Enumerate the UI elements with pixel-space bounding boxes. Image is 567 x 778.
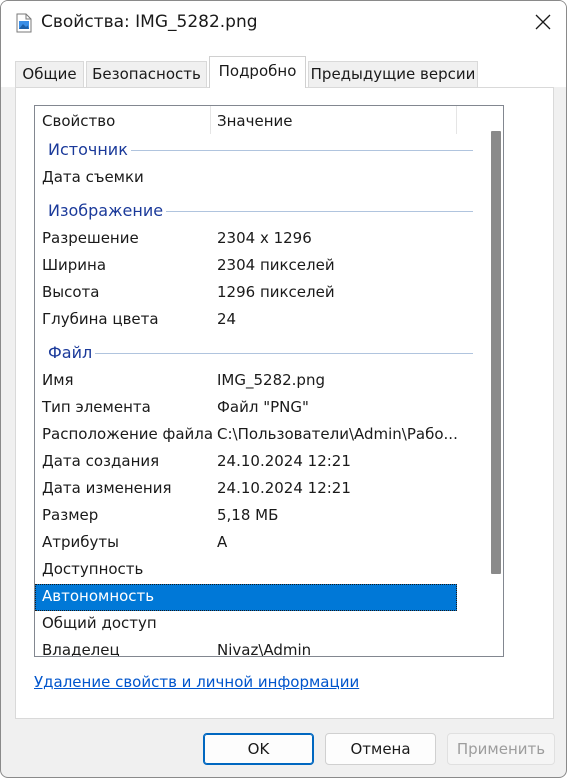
property-value: 24: [217, 310, 237, 328]
property-name: Автономность: [42, 587, 155, 605]
property-value: 5,18 МБ: [217, 506, 279, 524]
property-name: Общий доступ: [42, 614, 157, 632]
tab-label: Безопасность: [92, 65, 201, 83]
property-name: Разрешение: [42, 229, 139, 247]
group-divider: [48, 353, 473, 354]
list-item[interactable]: Расположение файла C:\Пользователи\Admin…: [35, 422, 458, 449]
property-name: Тип элемента: [42, 398, 151, 416]
property-name: Глубина цвета: [42, 310, 159, 328]
property-value: 2304 пикселей: [217, 256, 335, 274]
cancel-button[interactable]: Отмена: [325, 733, 436, 765]
property-value: C:\Пользователи\Admin\Рабо...: [217, 425, 458, 443]
list-item[interactable]: Высота 1296 пикселей: [35, 280, 457, 307]
group-label: Файл: [48, 343, 96, 362]
property-value: 2304 x 1296: [217, 229, 312, 247]
list-item[interactable]: Общий доступ: [35, 611, 457, 638]
tab-label: Общие: [22, 65, 77, 83]
property-name: Ширина: [42, 256, 107, 274]
tab-general[interactable]: Общие: [15, 61, 84, 87]
title-bar: Свойства: IMG_5282.png: [1, 1, 566, 47]
group-label: Источник: [48, 140, 131, 159]
tab-security[interactable]: Безопасность: [86, 61, 207, 87]
property-value: Файл "PNG": [217, 398, 309, 416]
remove-properties-link[interactable]: Удаление свойств и личной информации: [34, 673, 359, 691]
cancel-button-label: Отмена: [350, 740, 411, 758]
window-title: Свойства: IMG_5282.png: [41, 12, 258, 32]
list-item[interactable]: Дата создания 24.10.2024 12:21: [35, 449, 457, 476]
property-name: Имя: [42, 371, 74, 389]
property-name: Дата съемки: [42, 168, 144, 186]
group-image: Изображение: [35, 198, 475, 225]
property-name: Высота: [42, 283, 100, 301]
properties-list[interactable]: Свойство Значение Источник Дата съемки И…: [34, 105, 504, 657]
close-button[interactable]: [520, 1, 566, 47]
tab-label: Предыдущие версии: [310, 65, 476, 83]
list-item[interactable]: Атрибуты A: [35, 530, 457, 557]
image-file-icon: [16, 13, 32, 33]
list-header: Свойство Значение: [35, 106, 457, 135]
property-name: Владелец: [42, 641, 120, 657]
vertical-scrollbar[interactable]: [489, 131, 503, 574]
column-divider[interactable]: [210, 106, 211, 134]
list-item[interactable]: Дата изменения 24.10.2024 12:21: [35, 476, 457, 503]
tab-details[interactable]: Подробно: [209, 56, 306, 88]
list-item[interactable]: Разрешение 2304 x 1296: [35, 226, 457, 253]
ok-button-label: OK: [247, 740, 270, 758]
close-icon: [535, 14, 551, 34]
property-value: 1296 пикселей: [217, 283, 335, 301]
property-value: Nivaz\Admin: [217, 641, 312, 657]
list-item[interactable]: Имя IMG_5282.png: [35, 368, 457, 395]
property-value: A: [217, 533, 228, 551]
property-name: Доступность: [42, 560, 144, 578]
column-divider[interactable]: [456, 106, 457, 134]
list-item[interactable]: Доступность: [35, 557, 457, 584]
properties-dialog: Свойства: IMG_5282.png Общие Безопасност…: [0, 0, 567, 778]
list-item[interactable]: Размер 5,18 МБ: [35, 503, 457, 530]
apply-button-label: Применить: [456, 740, 546, 758]
list-item-selected[interactable]: Автономность: [35, 584, 457, 611]
property-name: Размер: [42, 506, 99, 524]
ok-button[interactable]: OK: [203, 733, 314, 765]
list-item[interactable]: Ширина 2304 пикселей: [35, 253, 457, 280]
property-name: Расположение файла: [42, 425, 214, 443]
column-header-value[interactable]: Значение: [217, 112, 293, 130]
apply-button[interactable]: Применить: [447, 733, 555, 765]
tab-previous-versions[interactable]: Предыдущие версии: [308, 61, 478, 87]
property-name: Атрибуты: [42, 533, 119, 551]
list-item[interactable]: Тип элемента Файл "PNG": [35, 395, 457, 422]
property-name: Дата изменения: [42, 479, 172, 497]
list-item[interactable]: Глубина цвета 24: [35, 307, 457, 334]
property-name: Дата создания: [42, 452, 160, 470]
property-value: 24.10.2024 12:21: [217, 452, 351, 470]
column-header-property[interactable]: Свойство: [42, 112, 115, 130]
list-item[interactable]: Владелец Nivaz\Admin: [35, 638, 457, 657]
tab-label: Подробно: [218, 62, 297, 80]
list-item[interactable]: Дата съемки: [35, 165, 457, 192]
group-file: Файл: [35, 340, 475, 367]
property-value: 24.10.2024 12:21: [217, 479, 351, 497]
scrollbar-thumb[interactable]: [491, 131, 501, 574]
property-value: IMG_5282.png: [217, 371, 325, 389]
group-source: Источник: [35, 137, 475, 164]
group-label: Изображение: [48, 201, 167, 220]
